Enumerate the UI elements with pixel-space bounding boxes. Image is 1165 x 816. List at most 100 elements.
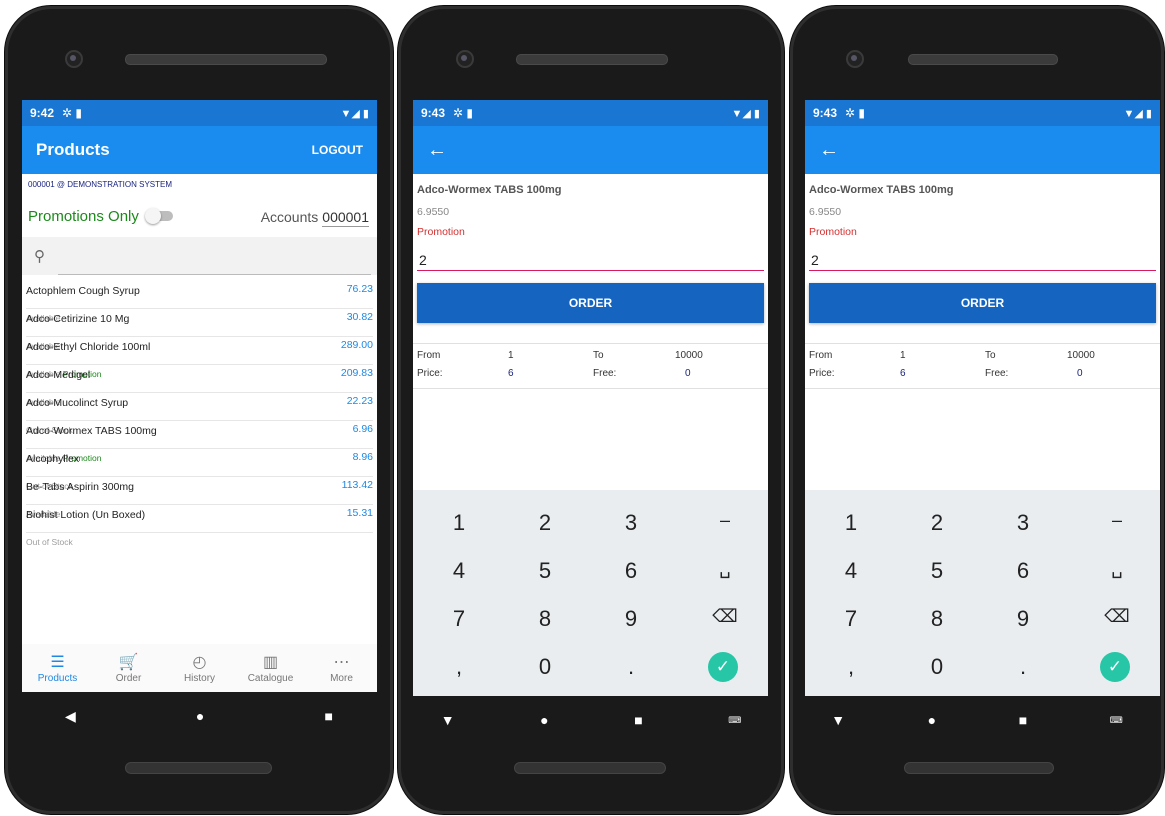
nav-tab-more[interactable]: ⋯ More [312, 653, 372, 684]
nav-tab-history[interactable]: ◴ History [170, 653, 230, 684]
key-1[interactable]: 1 [821, 510, 881, 536]
period-key[interactable]: . [601, 654, 661, 680]
from-value: 1 [900, 350, 906, 361]
order-button[interactable]: ORDER [809, 283, 1156, 323]
to-value: 10000 [1067, 350, 1095, 361]
comma-key[interactable]: , [821, 654, 881, 680]
account-line: 000001 @ DEMONSTRATION SYSTEM [28, 180, 173, 189]
backspace-key[interactable]: ⌫ [1087, 606, 1147, 627]
product-row[interactable]: Adco-Cetirizine 10 Mg 30.82 Available [26, 309, 373, 351]
minus-key[interactable]: – [1087, 510, 1147, 531]
quantity-input[interactable]: 2 [809, 252, 1156, 271]
key-2[interactable]: 2 [907, 510, 967, 536]
recents-nav-icon[interactable]: ■ [634, 712, 642, 728]
key-8[interactable]: 8 [515, 606, 575, 632]
product-row[interactable]: Biohist Lotion (Un Boxed) 15.31 Out of Sto… [26, 505, 373, 547]
android-nav-bar: ◀ ● ■ [5, 694, 393, 738]
product-name: Adco-Medigel [26, 369, 91, 381]
minus-key[interactable]: – [695, 510, 755, 531]
key-0[interactable]: 0 [515, 654, 575, 680]
done-check-icon[interactable]: ✓ [1100, 652, 1130, 682]
key-5[interactable]: 5 [907, 558, 967, 584]
keyboard-nav-icon[interactable]: ⌨ [1110, 715, 1123, 726]
search-icon[interactable]: ⚲ [34, 247, 45, 265]
product-row[interactable]: Adco-Ethyl Chloride 100ml 289.00 Available… [26, 337, 373, 379]
nav-tab-catalogue[interactable]: ▥ Catalogue [241, 653, 301, 684]
key-9[interactable]: 9 [993, 606, 1053, 632]
numeric-keypad: 1 2 3 – 4 5 6 ␣ 7 8 9 ⌫, 0. ✓ [805, 490, 1160, 696]
key-9[interactable]: 9 [601, 606, 661, 632]
from-label: From [809, 350, 833, 361]
from-value: 1 [508, 350, 514, 361]
product-price: 6.9550 [417, 206, 450, 218]
key-6[interactable]: 6 [601, 558, 661, 584]
speaker-grille [516, 54, 668, 65]
back-nav-icon[interactable]: ▼ [441, 712, 455, 728]
promotions-toggle[interactable] [144, 208, 173, 224]
app-bar: Products LOGOUT [22, 126, 377, 174]
settings-icon: ✲ ▮ [845, 106, 866, 120]
key-2[interactable]: 2 [515, 510, 575, 536]
logout-button[interactable]: LOGOUT [312, 143, 363, 157]
product-row[interactable]: Adco-Mucolinct Syrup 22.23 Out of Stock [26, 393, 373, 435]
product-price: 6.9550 [809, 206, 842, 218]
tier-price-value: 6 [508, 368, 514, 379]
key-6[interactable]: 6 [993, 558, 1053, 584]
key-7[interactable]: 7 [821, 606, 881, 632]
product-name: Adco-Cetirizine 10 Mg [26, 313, 130, 325]
key-3[interactable]: 3 [993, 510, 1053, 536]
product-row[interactable]: Adco-Medigel 209.83 Available [26, 365, 373, 407]
nav-tab-order[interactable]: 🛒 Order [99, 653, 159, 684]
clock-icon: ◴ [192, 653, 207, 671]
back-arrow-icon[interactable]: ← [427, 139, 447, 162]
space-key[interactable]: ␣ [695, 558, 755, 579]
to-label: To [985, 350, 996, 361]
back-nav-icon[interactable]: ◀ [65, 708, 76, 725]
numeric-keypad: 1 2 3 – 4 5 6 ␣ 7 8 9 ⌫, 0. ✓ [413, 490, 768, 696]
home-nav-icon[interactable]: ● [540, 712, 548, 728]
key-4[interactable]: 4 [821, 558, 881, 584]
nav-tab-label: Products [37, 672, 78, 684]
accounts-value[interactable]: 000001 [322, 209, 369, 227]
nav-tab-products[interactable]: ☰ Products [28, 653, 88, 684]
key-5[interactable]: 5 [515, 558, 575, 584]
product-row[interactable]: Adco-Wormex TABS 100mg 6.96 Available Prom… [26, 421, 373, 463]
back-nav-icon[interactable]: ▼ [831, 712, 845, 728]
space-key[interactable]: ␣ [1087, 558, 1147, 579]
key-0[interactable]: 0 [907, 654, 967, 680]
android-nav-bar: ▼ ● ■ ⌨ [790, 698, 1164, 742]
accounts-field[interactable]: Accounts 000001 [261, 209, 369, 227]
product-price: 289.00 [340, 339, 373, 351]
order-button[interactable]: ORDER [417, 283, 764, 323]
chin-speaker [125, 762, 272, 774]
product-list: Actophlem Cough Syrup 76.23 Available Adco… [22, 275, 377, 547]
backspace-key[interactable]: ⌫ [695, 606, 755, 627]
home-nav-icon[interactable]: ● [196, 708, 204, 724]
signal-battery-icon: ▼◢ ▮ [340, 107, 369, 120]
key-4[interactable]: 4 [429, 558, 489, 584]
key-8[interactable]: 8 [907, 606, 967, 632]
keyboard-nav-icon[interactable]: ⌨ [728, 715, 741, 726]
done-check-icon[interactable]: ✓ [708, 652, 738, 682]
product-row[interactable]: Alcophyllex 8.96 Out of Stock [26, 449, 373, 491]
free-value: 0 [1077, 368, 1083, 379]
home-nav-icon[interactable]: ● [928, 712, 936, 728]
product-row[interactable]: Be-Tabs Aspirin 300mg 113.42 Available [26, 477, 373, 519]
key-3[interactable]: 3 [601, 510, 661, 536]
key-7[interactable]: 7 [429, 606, 489, 632]
recents-nav-icon[interactable]: ■ [1019, 712, 1027, 728]
free-label: Free: [985, 368, 1009, 379]
product-row[interactable]: Actophlem Cough Syrup 76.23 Available [26, 281, 373, 323]
period-key[interactable]: . [993, 654, 1053, 680]
quantity-input[interactable]: 2 [417, 252, 764, 271]
recents-nav-icon[interactable]: ■ [324, 708, 332, 724]
price-tier-table: From 1 To 10000 Price: 6 Free: 0 [413, 343, 768, 389]
comma-key[interactable]: , [429, 654, 489, 680]
product-price: 76.23 [346, 283, 373, 295]
key-1[interactable]: 1 [429, 510, 489, 536]
back-arrow-icon[interactable]: ← [819, 139, 839, 162]
promotion-label: Promotion [809, 226, 857, 238]
phone-3: 9:43 ✲ ▮ ▼◢ ▮ ← Adco-Wormex TABS 100mg 6.9550… [790, 6, 1164, 814]
search-underline [58, 274, 371, 275]
search-bar[interactable]: ⚲ [22, 237, 377, 275]
